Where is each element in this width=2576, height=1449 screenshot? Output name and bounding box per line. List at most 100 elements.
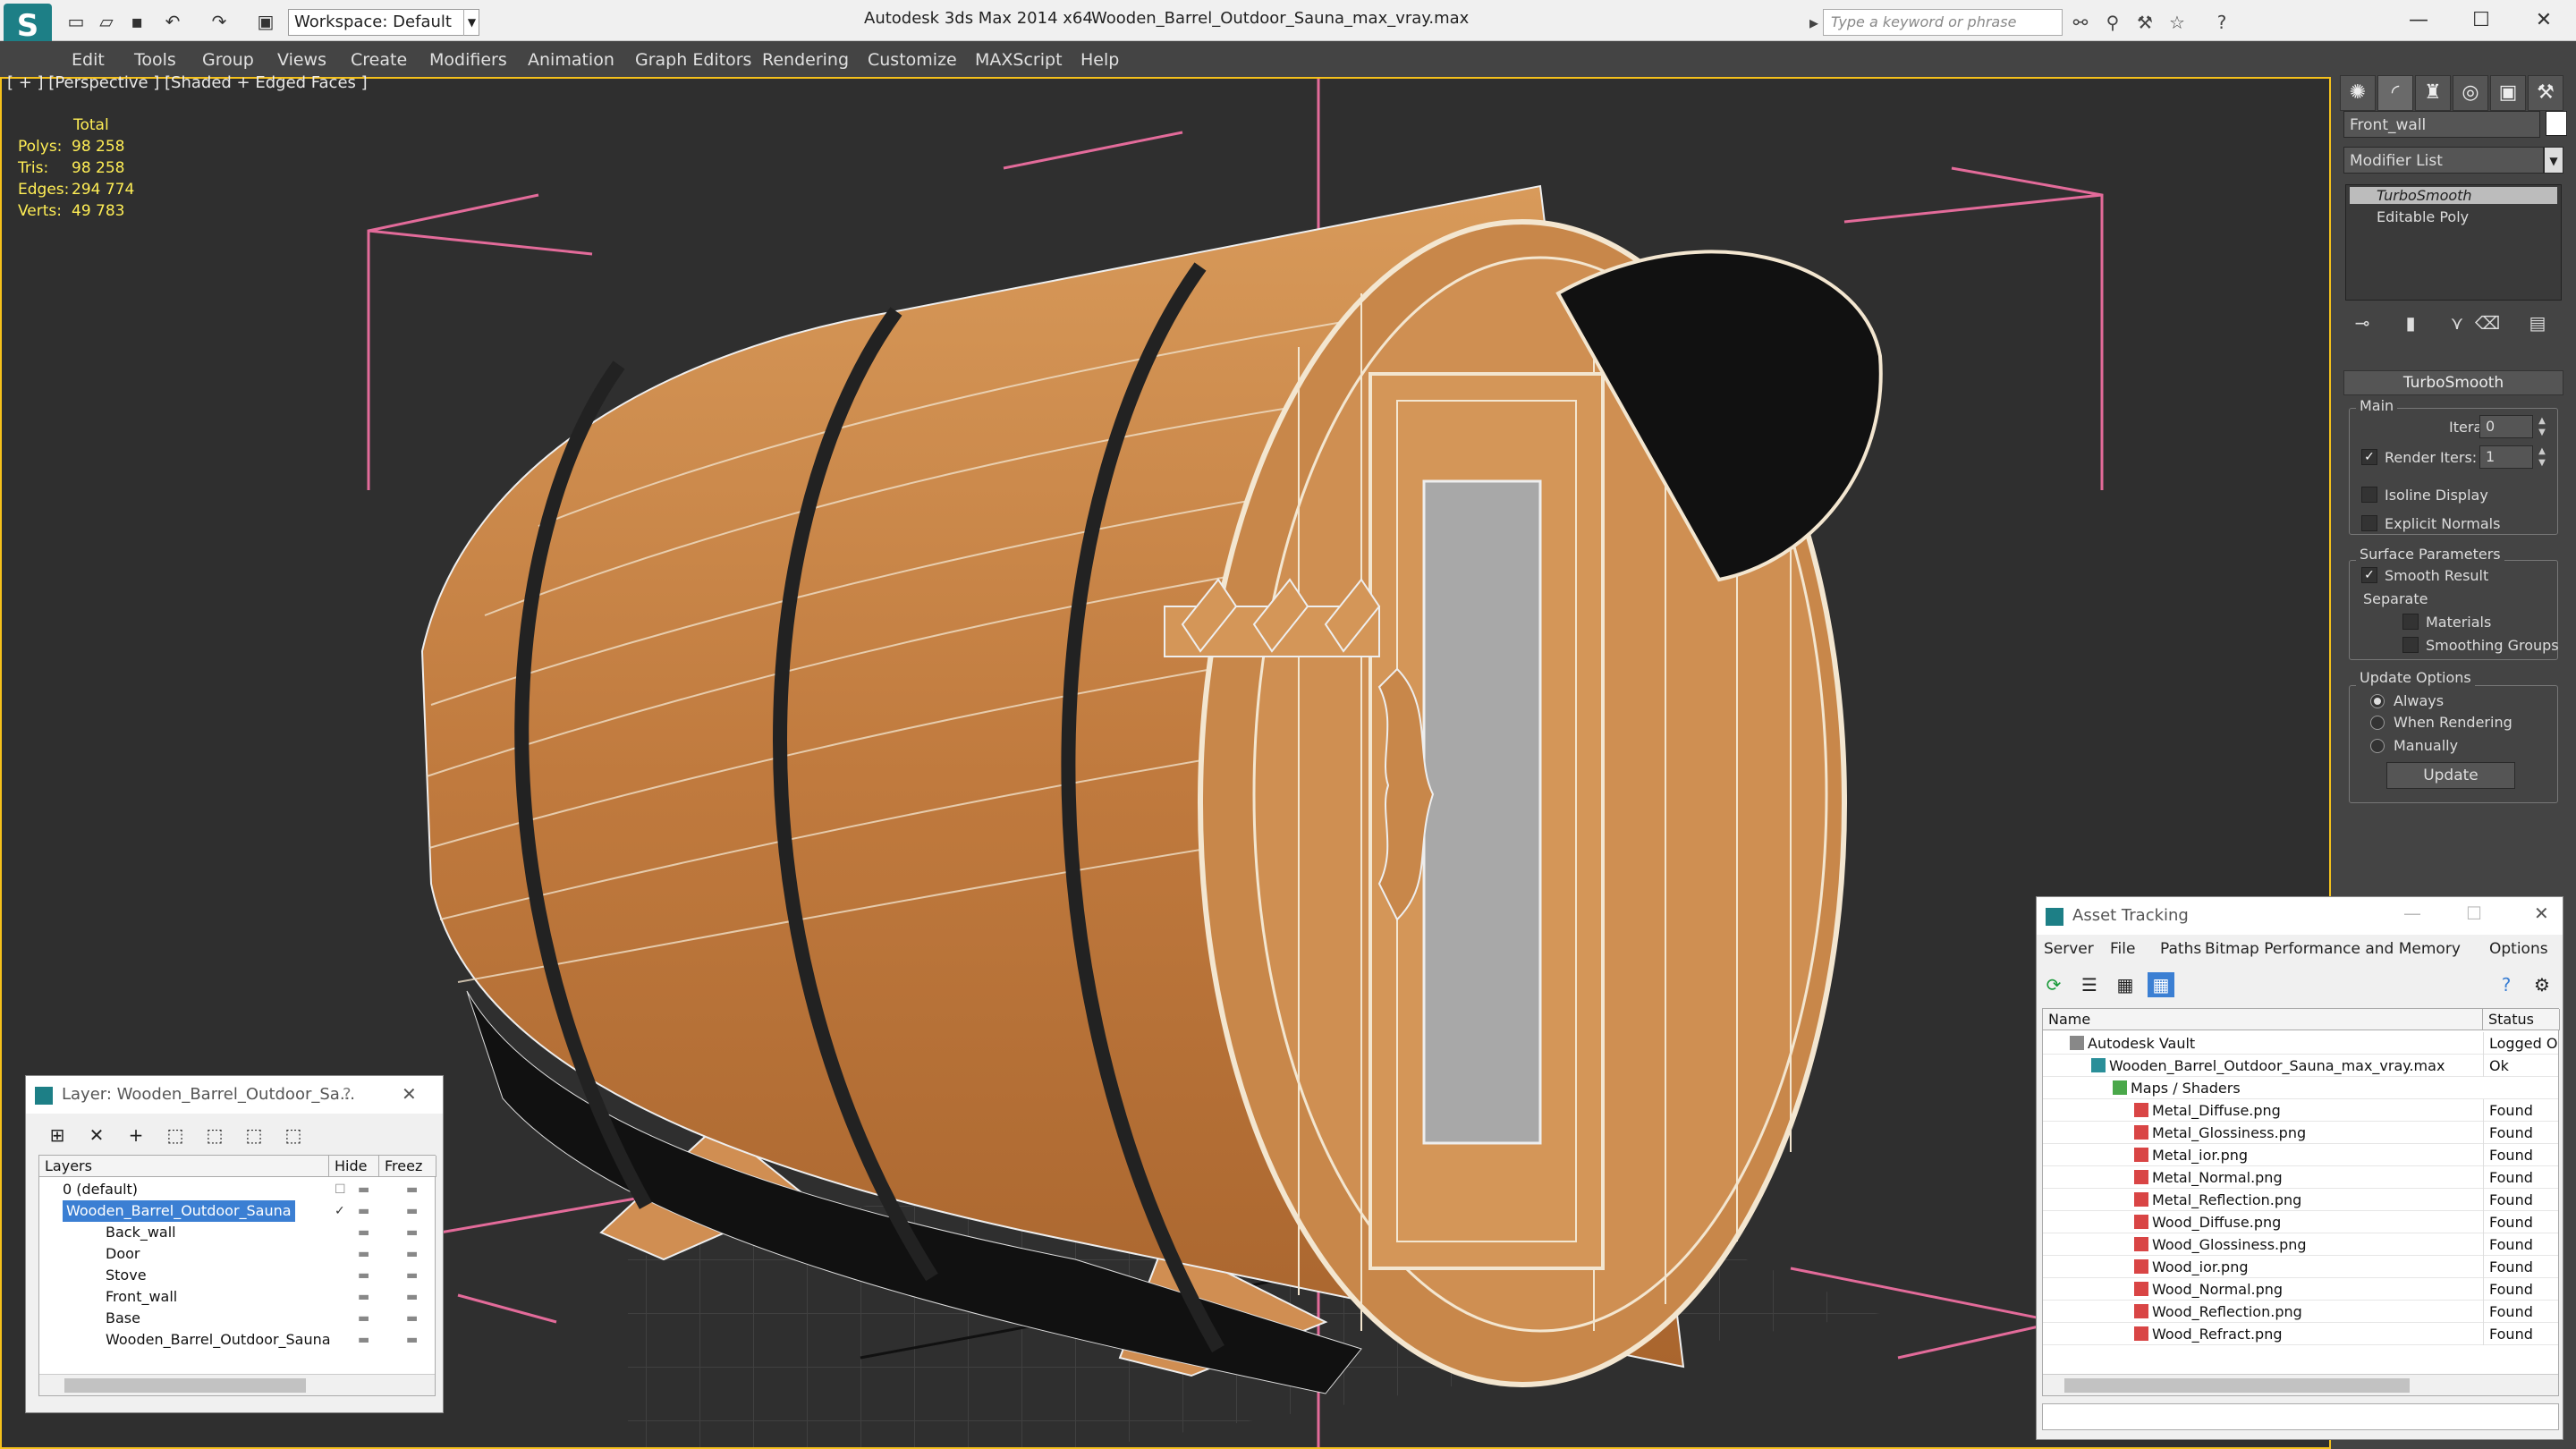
binoculars-icon[interactable]: ⚯ bbox=[2070, 13, 2091, 32]
communication-center-icon[interactable]: ⚲ bbox=[2102, 13, 2123, 32]
column-name[interactable]: Name bbox=[2043, 1009, 2483, 1030]
search-expand-icon[interactable]: ▸ bbox=[1803, 13, 1825, 32]
favorites-star-icon[interactable]: ☆ bbox=[2166, 13, 2188, 32]
when-rendering-radio[interactable] bbox=[2370, 716, 2385, 730]
asset-row[interactable]: Wood_Diffuse.png Found bbox=[2043, 1211, 2558, 1233]
menu-customize[interactable]: Customize bbox=[868, 50, 957, 70]
manually-radio[interactable] bbox=[2370, 739, 2385, 753]
modify-tab-icon[interactable]: ◜ bbox=[2377, 75, 2413, 111]
viewport-label[interactable]: [ + ] [Perspective ] [Shaded + Edged Fac… bbox=[7, 73, 368, 92]
layer-row[interactable]: Front_wall ▬ ▬ bbox=[39, 1286, 435, 1308]
asset-path-field[interactable] bbox=[2042, 1403, 2559, 1430]
asset-row[interactable]: Metal_Normal.png Found bbox=[2043, 1166, 2558, 1189]
configure-sets-icon[interactable]: ▤ bbox=[2524, 309, 2551, 336]
modifier-list-chevron-down-icon[interactable]: ▼ bbox=[2544, 147, 2563, 174]
save-file-icon[interactable]: ▪ bbox=[125, 11, 148, 32]
create-tab-icon[interactable]: ✺ bbox=[2340, 75, 2376, 111]
asset-row[interactable]: Metal_ior.png Found bbox=[2043, 1144, 2558, 1166]
create-layer-icon[interactable]: ⊞ bbox=[44, 1123, 71, 1148]
thumbnail-view-icon[interactable]: ▦ bbox=[2112, 972, 2139, 997]
column-status[interactable]: Status bbox=[2483, 1009, 2560, 1030]
delete-layer-icon[interactable]: ✕ bbox=[83, 1123, 110, 1148]
explicit-normals-checkbox[interactable] bbox=[2361, 515, 2377, 531]
layer-row[interactable]: 0 (default) ☐ ▬ ▬ bbox=[39, 1179, 435, 1200]
highlight-selected-icon[interactable]: ⬚ bbox=[201, 1123, 228, 1148]
asset-menu-paths[interactable]: Paths bbox=[2160, 940, 2201, 958]
menu-rendering[interactable]: Rendering bbox=[762, 50, 849, 70]
asset-row[interactable]: Metal_Reflection.png Found bbox=[2043, 1189, 2558, 1211]
asset-row[interactable]: Wooden_Barrel_Outdoor_Sauna_max_vray.max… bbox=[2043, 1055, 2558, 1077]
layer-window-help-icon[interactable]: ? bbox=[343, 1085, 352, 1104]
menu-maxscript[interactable]: MAXScript bbox=[975, 50, 1063, 70]
layer-horizontal-scrollbar[interactable] bbox=[39, 1374, 435, 1395]
turbosmooth-rollout-header[interactable]: TurboSmooth bbox=[2343, 370, 2563, 395]
asset-maximize-icon[interactable]: ☐ bbox=[2466, 902, 2482, 924]
help-icon[interactable]: ? bbox=[2211, 13, 2233, 32]
layer-window-close-icon[interactable]: ✕ bbox=[402, 1083, 417, 1105]
motion-tab-icon[interactable]: ◎ bbox=[2453, 75, 2488, 111]
layer-window-title[interactable]: Layer: Wooden_Barrel_Outdoor_Sa... bbox=[26, 1076, 443, 1114]
display-tab-icon[interactable]: ▣ bbox=[2490, 75, 2526, 111]
column-freeze[interactable]: Freez bbox=[379, 1156, 436, 1177]
iterations-spinner[interactable]: 0 bbox=[2479, 415, 2533, 438]
asset-row[interactable]: Autodesk VaultLogged Out bbox=[2043, 1032, 2558, 1055]
smoothing-groups-checkbox[interactable] bbox=[2402, 637, 2419, 653]
menu-animation[interactable]: Animation bbox=[528, 50, 614, 70]
object-name-field[interactable]: Front_wall bbox=[2343, 111, 2540, 138]
asset-close-icon[interactable]: ✕ bbox=[2534, 902, 2549, 924]
asset-menu-options[interactable]: Options bbox=[2489, 940, 2548, 958]
modifier-list-dropdown[interactable]: Modifier List bbox=[2343, 147, 2544, 174]
asset-row[interactable]: Metal_Diffuse.png Found bbox=[2043, 1099, 2558, 1122]
column-hide[interactable]: Hide bbox=[329, 1156, 379, 1177]
stack-item-editable-poly[interactable]: Editable Poly bbox=[2377, 208, 2469, 225]
asset-menu-server[interactable]: Server bbox=[2044, 940, 2094, 958]
search-input[interactable]: Type a keyword or phrase bbox=[1823, 9, 2063, 36]
add-to-layer-icon[interactable]: + bbox=[123, 1123, 149, 1148]
menu-group[interactable]: Group bbox=[202, 50, 254, 70]
render-iters-spinner-arrows-icon[interactable]: ▲ ▼ bbox=[2535, 445, 2549, 469]
menu-views[interactable]: Views bbox=[277, 50, 326, 70]
layer-row[interactable]: Back_wall ▬ ▬ bbox=[39, 1222, 435, 1243]
layer-row[interactable]: Wooden_Barrel_Outdoor_Sauna ✓ ▬ ▬ bbox=[39, 1200, 435, 1222]
subscription-icon[interactable]: ⚒ bbox=[2134, 13, 2156, 32]
render-iters-spinner[interactable]: 1 bbox=[2479, 445, 2533, 469]
maximize-button[interactable]: ☐ bbox=[2454, 5, 2508, 36]
workspace-dropdown[interactable]: Workspace: Default bbox=[288, 9, 479, 36]
layer-row[interactable]: Door ▬ ▬ bbox=[39, 1243, 435, 1265]
layer-row[interactable]: Stove ▬ ▬ bbox=[39, 1265, 435, 1286]
make-unique-icon[interactable]: ⋎ bbox=[2444, 309, 2470, 336]
asset-row[interactable]: Wood_Normal.png Found bbox=[2043, 1278, 2558, 1301]
asset-row[interactable]: Maps / Shaders bbox=[2043, 1077, 2558, 1099]
open-file-icon[interactable]: ▱ bbox=[95, 11, 118, 32]
project-folder-icon[interactable]: ▣ bbox=[254, 11, 277, 32]
menu-modifiers[interactable]: Modifiers bbox=[429, 50, 507, 70]
pin-stack-icon[interactable]: ⊸ bbox=[2349, 309, 2376, 336]
asset-settings-icon[interactable]: ⚙ bbox=[2529, 972, 2555, 997]
iterations-spinner-arrows-icon[interactable]: ▲ ▼ bbox=[2535, 415, 2549, 438]
list-view-icon[interactable]: ☰ bbox=[2076, 972, 2103, 997]
asset-help-icon[interactable]: ? bbox=[2493, 972, 2520, 997]
object-color-swatch[interactable] bbox=[2546, 111, 2567, 136]
always-radio[interactable] bbox=[2370, 694, 2385, 708]
show-end-result-icon[interactable]: ▮ bbox=[2397, 309, 2424, 336]
update-button[interactable]: Update bbox=[2386, 762, 2515, 789]
remove-modifier-icon[interactable]: ⌫ bbox=[2474, 309, 2501, 336]
smooth-result-checkbox[interactable]: ✓ bbox=[2361, 567, 2377, 583]
render-iters-checkbox[interactable]: ✓ bbox=[2361, 449, 2377, 465]
asset-horizontal-scrollbar[interactable] bbox=[2043, 1374, 2558, 1395]
asset-minimize-icon[interactable]: — bbox=[2403, 902, 2421, 924]
layer-row[interactable]: Wooden_Barrel_Outdoor_Sauna ▬ ▬ bbox=[39, 1329, 435, 1351]
asset-row[interactable]: Wood_Glossiness.png Found bbox=[2043, 1233, 2558, 1256]
close-button[interactable]: ✕ bbox=[2517, 5, 2571, 36]
asset-menu-bitmap-performance[interactable]: Bitmap Performance and Memory bbox=[2205, 940, 2461, 958]
asset-row[interactable]: Metal_Glossiness.png Found bbox=[2043, 1122, 2558, 1144]
select-objects-icon[interactable]: ⬚ bbox=[162, 1123, 189, 1148]
menu-create[interactable]: Create bbox=[351, 50, 407, 70]
menu-tools[interactable]: Tools bbox=[134, 50, 176, 70]
workspace-chevron-down-icon[interactable]: ▼ bbox=[463, 9, 479, 36]
undo-icon[interactable]: ↶ bbox=[161, 11, 184, 32]
menu-graph-editors[interactable]: Graph Editors bbox=[635, 50, 751, 70]
isoline-display-checkbox[interactable] bbox=[2361, 487, 2377, 503]
table-view-icon[interactable]: ▦ bbox=[2148, 972, 2174, 997]
redo-icon[interactable]: ↷ bbox=[208, 11, 231, 32]
